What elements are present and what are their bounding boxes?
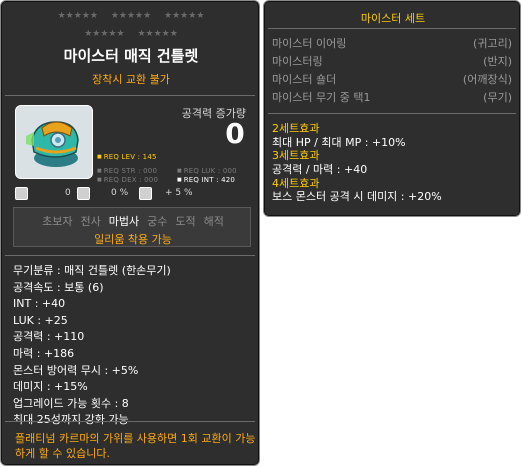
set-effect-header: 3세트효과	[272, 149, 320, 163]
set-part-name: 마이스터 무기 중 택1	[272, 91, 371, 104]
divider	[5, 421, 255, 422]
ignore-defense-icon	[139, 187, 152, 200]
job-list: 초보자 전사 마법사 궁수 도적 해적	[14, 213, 252, 229]
star-force-row-1: ★★★★★ ★★★★★ ★★★★★	[1, 11, 261, 21]
set-effect-line: 최대 HP / 최대 MP : +10%	[272, 135, 406, 149]
stat-line: 무기분류 : 매직 건틀렛 (한손무기)	[13, 264, 171, 277]
set-part-name: 마이스터 이어링	[272, 37, 347, 50]
set-part-type: (귀고리)	[473, 37, 512, 50]
set-part-type: (어깨장식)	[462, 73, 512, 86]
boss-icon	[77, 187, 90, 200]
gauntlet-icon	[26, 121, 79, 167]
star-group: ★★★★★	[57, 11, 98, 21]
stat-line: 공격속도 : 보통 (6)	[13, 280, 104, 294]
job-note: 일리움 착용 가능	[94, 233, 172, 246]
item-icon-frame	[15, 105, 93, 179]
set-part-name: 마이스터링	[272, 55, 323, 68]
stat-line: 마력 : +186	[13, 346, 75, 360]
set-part: 마이스터링 (반지)	[272, 53, 512, 68]
job-requirements: 초보자 전사 마법사 궁수 도적 해적 일리움 착용 가능	[13, 207, 251, 247]
req-dex: REQ DEX : 000	[97, 176, 158, 184]
set-part: 마이스터 숄더 (어깨장식)	[272, 71, 512, 86]
set-part: 마이스터 무기 중 택1 (무기)	[272, 89, 512, 104]
set-part-type: (무기)	[483, 91, 512, 104]
stat-line: 데미지 : +15%	[13, 380, 88, 394]
job-warrior: 전사	[80, 215, 101, 228]
set-effect-line: 공격력 / 마력 : +40	[272, 163, 368, 177]
job-thief: 도적	[175, 215, 196, 228]
set-tooltip: 마이스터 세트 마이스터 이어링 (귀고리) 마이스터링 (반지) 마이스터 숄…	[263, 0, 521, 217]
item-name: 마이스터 매직 건틀렛	[63, 47, 199, 65]
set-effects: 2세트효과 최대 HP / 최대 MP : +10% 3세트효과 공격력 / 마…	[272, 122, 512, 204]
star-group: ★★★★★	[137, 29, 178, 39]
divider	[5, 95, 255, 96]
stat-line: 몬스터 방어력 무시 : +5%	[13, 363, 139, 377]
job-magician: 마법사	[108, 215, 140, 228]
boss-value: 0 %	[111, 188, 129, 198]
set-part-name: 마이스터 숄더	[272, 73, 337, 86]
star-group: ★★★★★	[110, 11, 152, 21]
attack-increase-value: 0	[225, 117, 245, 150]
set-title: 마이스터 세트	[360, 12, 426, 25]
req-int: REQ INT : 420	[177, 176, 235, 184]
divider	[268, 28, 516, 29]
set-effect-header: 4세트효과	[272, 176, 320, 190]
stat-line: LUK : +25	[13, 313, 68, 327]
item-stats: 무기분류 : 매직 건틀렛 (한손무기) 공격속도 : 보통 (6) INT :…	[13, 263, 253, 429]
req-level: REQ LEV : 145	[97, 153, 157, 161]
ignore-defense-value: + 5 %	[165, 188, 193, 198]
star-group: ★★★★★	[164, 11, 205, 21]
job-beginner: 초보자	[42, 215, 73, 228]
set-part-type: (반지)	[483, 55, 512, 68]
stat-line: INT : +40	[13, 297, 66, 311]
star-force-row-2: ★★★★★ ★★★★★	[1, 29, 261, 39]
star-group: ★★★★★	[84, 29, 125, 39]
trade-restriction: 장착시 교환 불가	[92, 73, 170, 86]
req-luk: REQ LUK : 000	[177, 167, 237, 175]
potential-stat-strip: 0 0 % + 5 %	[15, 187, 255, 203]
set-effect-line: 보스 몬스터 공격 시 데미지 : +20%	[272, 190, 442, 204]
set-effect-header: 2세트효과	[272, 122, 320, 135]
crit-icon	[15, 187, 28, 200]
divider	[268, 113, 516, 114]
karma-scissors-note: 플래티넘 카르마의 가위를 사용하면 1회 교환이 가능하게 할 수 있습니다.	[15, 432, 256, 460]
job-pirate: 해적	[203, 215, 224, 228]
divider	[5, 255, 255, 256]
stat-line: 공격력 : +110	[13, 330, 85, 344]
item-tooltip: ★★★★★ ★★★★★ ★★★★★ ★★★★★ ★★★★★ 마이스터 매직 건틀…	[0, 0, 260, 466]
req-str: REQ STR : 000	[97, 167, 157, 175]
job-archer: 궁수	[147, 215, 168, 228]
set-part: 마이스터 이어링 (귀고리)	[272, 35, 512, 50]
stat-line: 업그레이드 가능 횟수 : 8	[13, 396, 129, 410]
crit-value: 0	[65, 188, 71, 198]
